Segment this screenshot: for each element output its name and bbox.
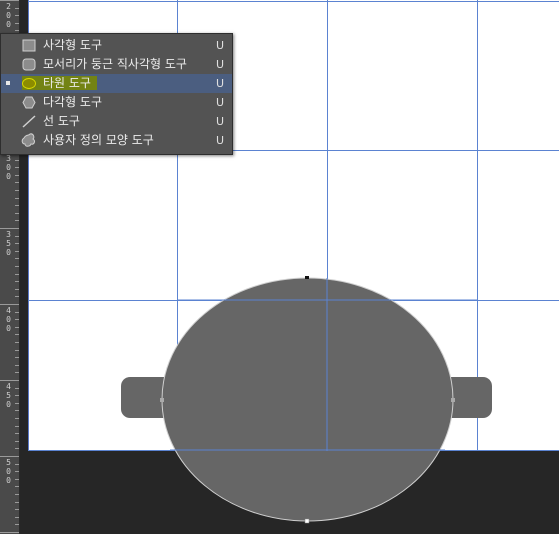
menu-item-ellipse-tool[interactable]: 타원 도구 U <box>1 74 232 93</box>
rectangle-icon <box>21 38 37 53</box>
menu-item-label: 사각형 도구 <box>43 38 103 52</box>
menu-item-shortcut: U <box>216 134 225 147</box>
anchor-point-bottom[interactable] <box>304 518 310 524</box>
anchor-point-left[interactable] <box>160 398 164 402</box>
menu-item-shortcut: U <box>216 39 225 52</box>
menu-item-line-tool[interactable]: 선 도구 U <box>1 112 232 131</box>
ellipse-icon <box>21 76 37 91</box>
line-icon <box>21 114 37 129</box>
menu-item-label: 다각형 도구 <box>43 95 103 109</box>
menu-item-shortcut: U <box>216 115 225 128</box>
menu-item-shortcut: U <box>216 77 225 90</box>
menu-item-polygon-tool[interactable]: 다각형 도구 U <box>1 93 232 112</box>
menu-item-label: 사용자 정의 모양 도구 <box>43 133 154 147</box>
menu-item-shortcut: U <box>216 58 225 71</box>
custom-shape-icon <box>21 133 37 148</box>
menu-item-label: 선 도구 <box>43 114 80 128</box>
anchor-point-top[interactable] <box>305 276 309 279</box>
menu-item-shortcut: U <box>216 96 225 109</box>
menu-item-custom-shape-tool[interactable]: 사용자 정의 모양 도구 U <box>1 131 232 150</box>
rounded-rectangle-icon <box>21 57 37 72</box>
ellipse-shape[interactable] <box>162 278 453 521</box>
selected-indicator <box>6 81 10 85</box>
menu-item-label: 모서리가 둥근 직사각형 도구 <box>43 57 187 71</box>
menu-item-rectangle-tool[interactable]: 사각형 도구 U <box>1 36 232 55</box>
menu-item-rounded-rectangle-tool[interactable]: 모서리가 둥근 직사각형 도구 U <box>1 55 232 74</box>
shape-tool-flyout-menu: 사각형 도구 U 모서리가 둥근 직사각형 도구 U 타원 도구 U 다각형 도… <box>0 33 233 155</box>
polygon-icon <box>21 95 37 110</box>
anchor-point-right[interactable] <box>451 398 455 402</box>
menu-item-label: 타원 도구 <box>43 76 91 90</box>
